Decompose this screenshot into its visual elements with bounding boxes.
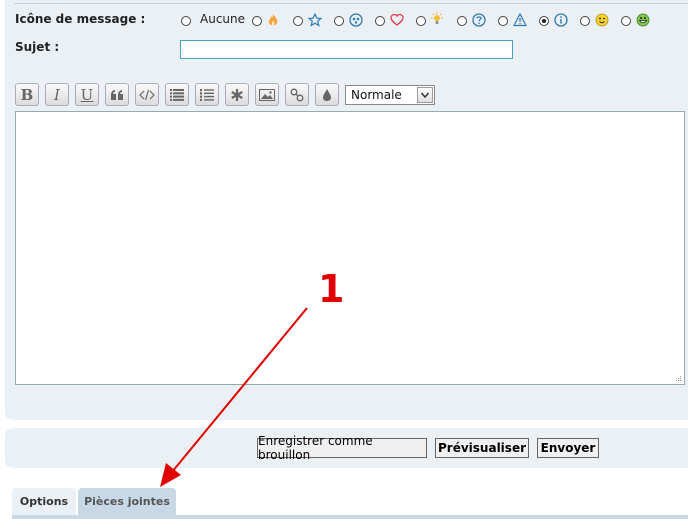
annotation-arrow bbox=[160, 307, 308, 487]
